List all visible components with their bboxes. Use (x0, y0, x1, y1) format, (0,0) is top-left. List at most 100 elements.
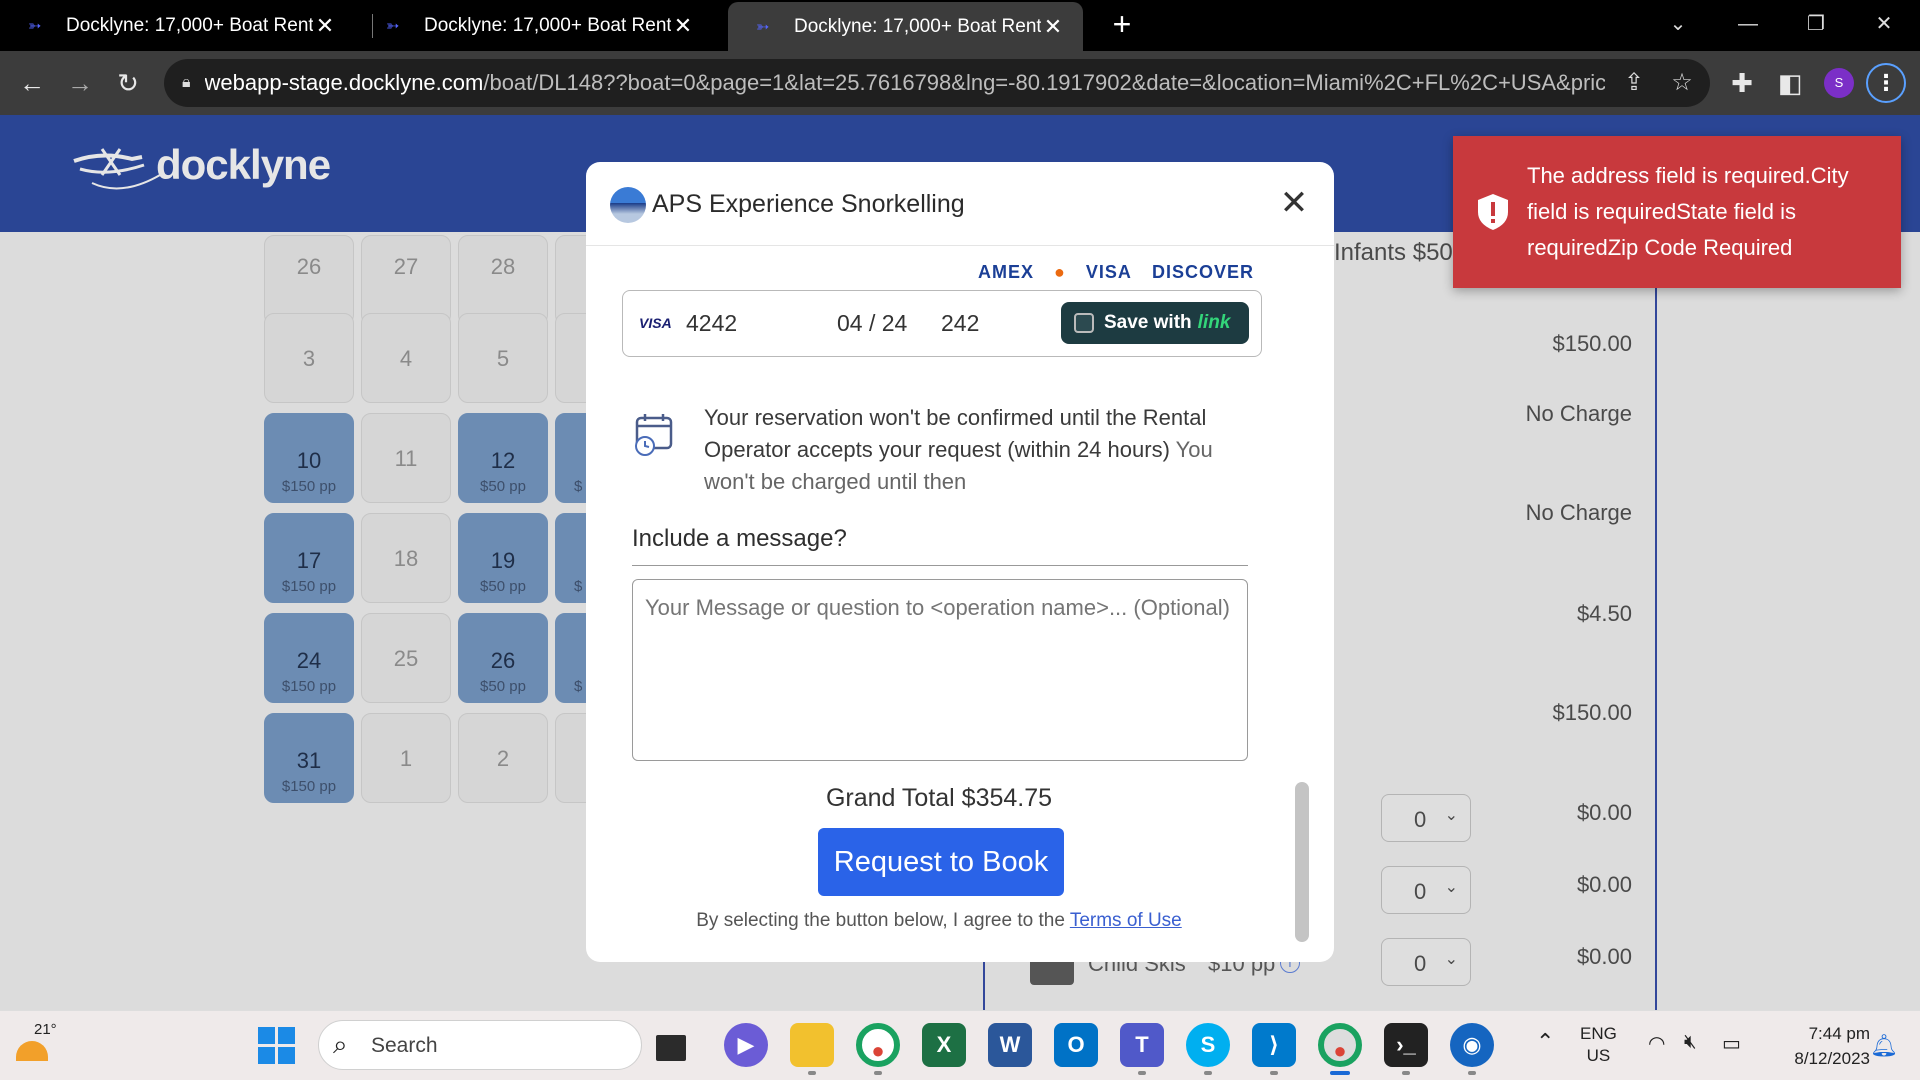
calendar-day: 26 (264, 235, 354, 325)
error-toast[interactable]: The address field is required.City field… (1453, 136, 1901, 288)
excel-icon[interactable]: X (922, 1023, 966, 1067)
browser-tab-1[interactable]: ➳ Docklyne: 17,000+ Boat Rentals ✕ (0, 0, 355, 51)
quantity-select[interactable]: 0 ⌄ (1381, 866, 1471, 914)
save-with-label: Save with (1104, 312, 1192, 333)
request-to-book-button[interactable]: Request to Book (818, 828, 1064, 896)
system-clock[interactable]: 7:44 pm 8/12/2023 (1766, 1021, 1870, 1071)
back-arrow-icon[interactable]: ← (14, 65, 50, 101)
message-textarea[interactable] (632, 579, 1248, 761)
calendar-day: 3 (264, 313, 354, 403)
search-placeholder: Search (371, 1034, 438, 1057)
toast-message: The address field is required.City field… (1527, 163, 1849, 260)
word-icon[interactable]: W (988, 1023, 1032, 1067)
close-tab-icon[interactable]: ✕ (313, 13, 337, 39)
save-with-link-button[interactable]: Save with link (1061, 302, 1249, 344)
calendar-day-available[interactable]: 17 $150 pp (264, 513, 354, 603)
clock-time: 7:44 pm (1808, 1024, 1870, 1043)
quantity-select[interactable]: 0 ⌄ (1381, 938, 1471, 986)
modal-header: APS Experience Snorkelling ✕ (586, 162, 1334, 246)
bookmark-star-icon[interactable]: ☆ (1664, 65, 1700, 101)
price-amount: No Charge (1525, 401, 1632, 426)
minimize-icon[interactable]: — (1728, 8, 1768, 40)
modal-title: APS Experience Snorkelling (652, 190, 965, 218)
calendar-day-available[interactable]: 19 $50 pp (458, 513, 548, 603)
chrome-menu-icon[interactable]: ⋮ (1866, 63, 1906, 103)
volume-muted-icon[interactable]: 🔇︎ (1684, 1031, 1697, 1054)
save-checkbox[interactable] (1074, 313, 1094, 333)
maps-icon[interactable]: ◉ (1450, 1023, 1494, 1067)
weather-widget[interactable]: 21° (14, 1019, 64, 1073)
chrome-active-icon[interactable]: ● (1318, 1023, 1362, 1067)
card-input[interactable]: VISA 4242 04 / 24 242 Save with link (622, 290, 1262, 357)
reload-icon[interactable]: ↻ (110, 65, 146, 101)
calendar-day: 2 (458, 713, 548, 803)
card-cvc-field[interactable]: 242 (941, 310, 979, 337)
calendar-day: 4 (361, 313, 451, 403)
running-indicator (1402, 1071, 1410, 1075)
price-amount: No Charge (1525, 500, 1632, 525)
notification-bell-icon[interactable]: 🔔︎ (1870, 1033, 1898, 1059)
taskbar-search[interactable]: ⌕ Search (318, 1020, 642, 1070)
chevron-up-icon[interactable]: ⌃ (1536, 1029, 1554, 1055)
file-explorer-icon[interactable] (790, 1023, 834, 1067)
docklyne-logo[interactable]: docklyne (72, 135, 331, 195)
new-tab-icon[interactable]: + (1106, 8, 1138, 42)
terms-of-use-link[interactable]: Terms of Use (1070, 910, 1182, 931)
browser-tab-3-active[interactable]: ➳ Docklyne: 17,000+ Boat Rentals ✕ (728, 2, 1083, 51)
task-view-icon[interactable] (656, 1035, 686, 1061)
calendar-day-available[interactable]: 12 $50 pp (458, 413, 548, 503)
windows-start-icon[interactable] (258, 1027, 296, 1065)
chrome-profile-icon[interactable]: ● (856, 1023, 900, 1067)
quantity-select[interactable]: 0 ⌄ (1381, 794, 1471, 842)
outlook-icon[interactable]: O (1054, 1023, 1098, 1067)
price-amount: $150.00 (1552, 700, 1632, 725)
close-icon[interactable]: ✕ (1276, 186, 1312, 222)
divider (632, 565, 1248, 566)
lock-icon[interactable]: 🔒︎ (182, 74, 191, 92)
skype-icon[interactable]: S (1186, 1023, 1230, 1067)
card-expiry-field[interactable]: 04 / 24 (837, 310, 907, 337)
docklyne-favicon-icon: ➳ (28, 17, 42, 35)
terminal-icon[interactable]: ›_ (1384, 1023, 1428, 1067)
restore-icon[interactable]: ❐ (1796, 8, 1836, 40)
extensions-puzzle-icon[interactable]: ✚ (1724, 65, 1760, 101)
teams-icon[interactable]: T (1120, 1023, 1164, 1067)
close-tab-icon[interactable]: ✕ (671, 13, 695, 39)
terms-prefix: By selecting the button below, I agree t… (696, 910, 1065, 931)
mastercard-logo-icon: ● (1054, 262, 1066, 278)
side-panel-icon[interactable]: ◧ (1772, 65, 1808, 101)
wifi-icon[interactable]: ◠ (1648, 1031, 1665, 1056)
running-indicator (1270, 1071, 1278, 1075)
link-brand: link (1197, 312, 1231, 333)
calendar-day-available[interactable]: 10 $150 pp (264, 413, 354, 503)
close-tab-icon[interactable]: ✕ (1041, 14, 1065, 40)
chevron-down-icon: ⌄ (1444, 879, 1458, 896)
calendar-day: 18 (361, 513, 451, 603)
calendar-day-available[interactable]: 31 $150 pp (264, 713, 354, 803)
calendar-day-available[interactable]: 24 $150 pp (264, 613, 354, 703)
listing-avatar (610, 187, 646, 223)
close-window-icon[interactable]: ✕ (1864, 8, 1904, 40)
boat-logo-icon (73, 148, 161, 190)
running-indicator (1468, 1071, 1476, 1075)
calendar-day-available[interactable]: 26 $50 pp (458, 613, 548, 703)
price-amount: $4.50 (1576, 601, 1632, 626)
accepted-cards: AMEX ● VISA DISCOVER (978, 262, 1268, 278)
notice-main: Your reservation won't be confirmed unti… (704, 405, 1207, 462)
forward-arrow-icon[interactable]: → (62, 65, 98, 101)
share-icon[interactable]: ⇪ (1616, 65, 1652, 101)
terms-text: By selecting the button below, I agree t… (586, 910, 1292, 932)
discover-logo: DISCOVER (1151, 262, 1254, 278)
tab-search-chevron-icon[interactable]: ⌄ (1658, 8, 1698, 40)
language-indicator[interactable]: ENG US (1580, 1023, 1617, 1067)
battery-icon[interactable]: ▭ (1722, 1031, 1741, 1056)
logo-text: docklyne (156, 141, 331, 188)
vscode-icon[interactable]: ⟩ (1252, 1023, 1296, 1067)
browser-tab-2[interactable]: ➳ Docklyne: 17,000+ Boat Rentals ✕ (358, 0, 713, 51)
modal-scroll-thumb[interactable] (1295, 782, 1309, 942)
address-bar[interactable]: 🔒︎ webapp-stage.docklyne.com/boat/DL148?… (164, 59, 1710, 107)
profile-avatar[interactable]: S (1824, 68, 1854, 98)
teams-chat-icon[interactable]: ▶ (724, 1023, 768, 1067)
card-number-field[interactable]: 4242 (686, 310, 737, 337)
tab-title: Docklyne: 17,000+ Boat Rentals (794, 15, 1041, 37)
